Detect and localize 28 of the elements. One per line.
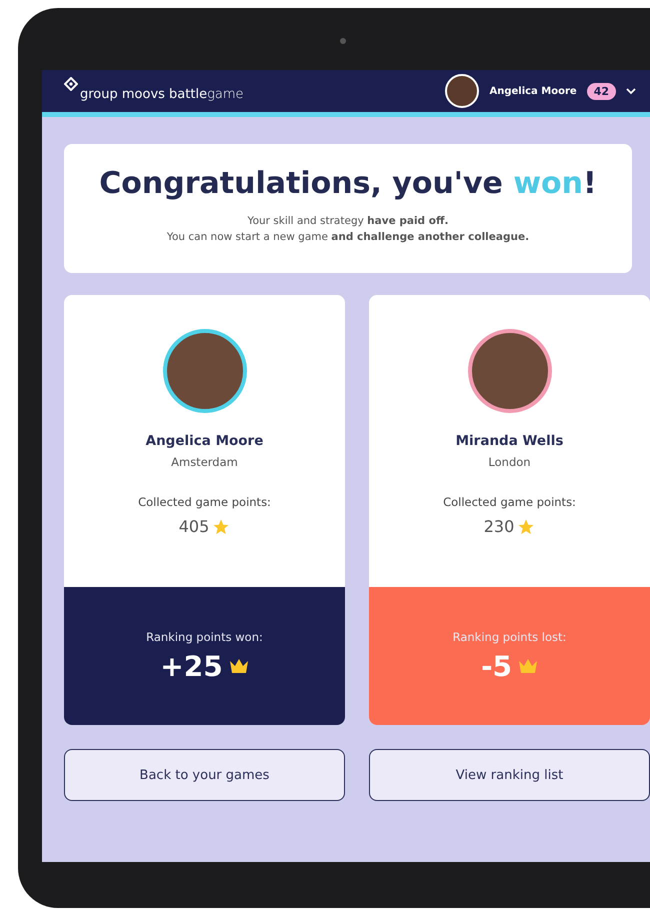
camera-dot (340, 38, 346, 44)
result-value: -5 (480, 650, 512, 682)
crown-icon (228, 658, 249, 674)
player-name: Angelica Moore (146, 433, 264, 449)
player-name: Miranda Wells (456, 433, 564, 449)
message-text: Your skill and strategy have paid off. (246, 215, 450, 227)
diamond-icon (64, 76, 78, 90)
player-city: Amsterdam (171, 455, 238, 469)
chevron-down-icon[interactable] (626, 88, 636, 94)
user-name: Angelica Moore (489, 86, 577, 96)
action-button[interactable]: Back to your games (64, 749, 345, 801)
message-text: You can now start a new game and challenge another colleague. (166, 231, 530, 243)
points-value: 405 (178, 517, 210, 536)
avatar-placeholder (445, 74, 480, 108)
action-button[interactable]: View ranking list (369, 749, 650, 801)
star-icon (517, 518, 536, 536)
points-label: Collected game points: (138, 495, 271, 509)
result-label: Ranking points lost: (452, 630, 566, 644)
points-value: 230 (484, 517, 514, 536)
crown-icon (518, 658, 538, 674)
points-label: Collected game points: (443, 495, 576, 509)
headline: Congratulations, you've won! (98, 166, 598, 201)
level-badge: 42 (586, 82, 616, 100)
result-label: Ranking points won: (146, 630, 263, 644)
result-value: +25 (160, 650, 223, 682)
player-city: London (488, 455, 531, 469)
star-icon (212, 518, 230, 536)
app-logo: group moovs battlegame (80, 86, 244, 102)
